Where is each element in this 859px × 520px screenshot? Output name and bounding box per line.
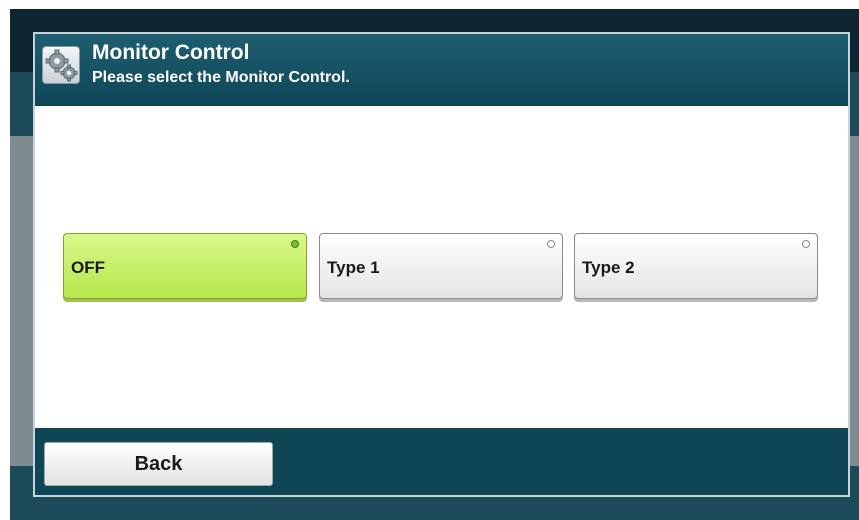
dialog-header: Monitor Control Please select the Monito… xyxy=(35,34,848,104)
option-type-1-button[interactable]: Type 1 xyxy=(319,233,563,299)
option-type-2-label: Type 2 xyxy=(582,258,635,277)
option-off-label: OFF xyxy=(71,258,105,277)
dialog-subtitle: Please select the Monitor Control. xyxy=(92,69,350,86)
selected-indicator-icon xyxy=(291,240,299,248)
option-type-1-label: Type 1 xyxy=(327,258,380,277)
option-off-button[interactable]: OFF xyxy=(63,233,307,299)
monitor-control-dialog: Monitor Control Please select the Monito… xyxy=(33,32,850,497)
dialog-footer: Back xyxy=(35,428,848,495)
unselected-indicator-icon xyxy=(547,240,555,248)
dialog-title: Monitor Control xyxy=(92,41,250,64)
option-type-2-button[interactable]: Type 2 xyxy=(574,233,818,299)
dialog-body: OFF Type 1 Type 2 xyxy=(35,106,848,428)
gears-icon xyxy=(42,46,80,84)
unselected-indicator-icon xyxy=(802,240,810,248)
back-button[interactable]: Back xyxy=(44,442,273,486)
device-screen: Monitor Control Please select the Monito… xyxy=(10,9,859,520)
